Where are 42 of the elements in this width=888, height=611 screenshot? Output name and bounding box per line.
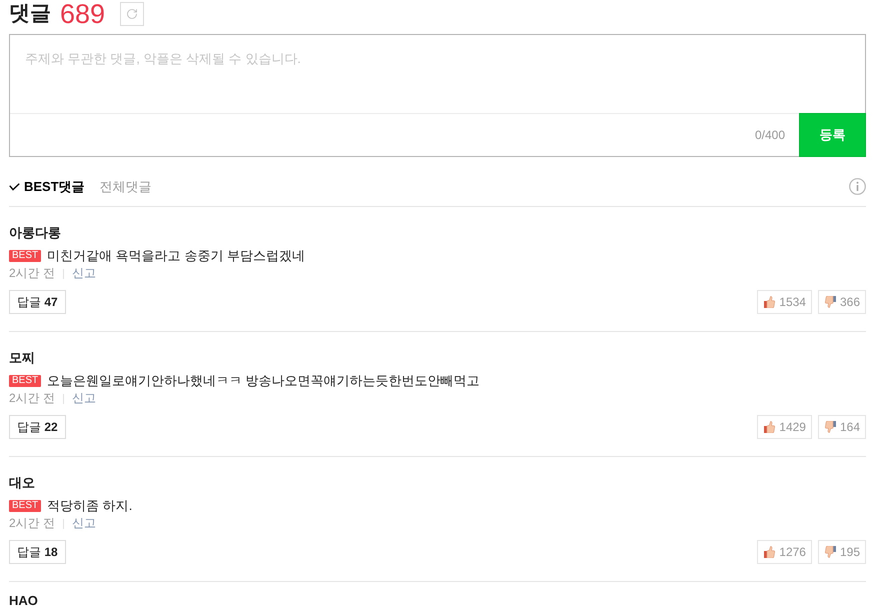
reply-button[interactable]: 답글 18 <box>9 540 66 564</box>
thumbs-down-icon <box>824 296 836 308</box>
sort-tab[interactable]: BEST댓글 <box>9 178 85 196</box>
dislike-button[interactable]: 164 <box>818 415 866 439</box>
info-icon[interactable] <box>849 178 866 195</box>
report-link[interactable]: 신고 <box>72 390 96 407</box>
comment-count: 689 <box>60 0 106 29</box>
comment-input-box[interactable]: 주제와 무관한 댓글, 악플은 삭제될 수 있습니다. 0/400 등록 <box>9 34 866 157</box>
thumbs-up-icon <box>764 546 776 558</box>
thumbs-down-icon <box>824 421 836 433</box>
refresh-icon <box>126 8 138 20</box>
comments-title: 댓글 <box>9 1 51 27</box>
dislike-button[interactable]: 366 <box>818 290 866 314</box>
best-badge: BEST <box>9 375 42 387</box>
report-link[interactable]: 신고 <box>72 265 96 282</box>
like-button[interactable]: 1534 <box>757 290 812 314</box>
comment-text: 오늘은웬일로얘기안하나했네ㅋㅋ 방송나오면꼭얘기하는듯한번도안빼먹고 <box>47 372 480 390</box>
sort-tab[interactable]: 전체댓글 <box>100 178 152 196</box>
thumbs-up-icon <box>764 421 776 433</box>
report-link[interactable]: 신고 <box>72 515 96 532</box>
submit-button[interactable]: 등록 <box>799 113 866 157</box>
thumbs-down-icon <box>824 546 836 558</box>
comment-author: 모찌 <box>9 349 35 367</box>
refresh-button[interactable] <box>120 2 144 26</box>
reply-button[interactable]: 답글 22 <box>9 415 66 439</box>
check-icon <box>9 182 20 190</box>
like-button[interactable]: 1276 <box>757 540 812 564</box>
comment-time: 2시간 전 <box>9 515 56 532</box>
comment-author: 아롱다롱 <box>9 224 61 242</box>
best-badge: BEST <box>9 500 42 512</box>
char-counter: 0/400 <box>754 128 785 142</box>
comment-author: HAO <box>9 592 38 610</box>
like-button[interactable]: 1429 <box>757 415 812 439</box>
comment-text: 미친거같애 욕먹을라고 송중기 부담스럽겠네 <box>47 247 305 265</box>
comment-time: 2시간 전 <box>9 390 56 407</box>
comment-author: 대오 <box>9 474 35 492</box>
comment-time: 2시간 전 <box>9 265 56 282</box>
thumbs-up-icon <box>764 296 776 308</box>
comment-text: 적당히좀 하지. <box>47 497 132 515</box>
reply-button[interactable]: 답글 47 <box>9 290 66 314</box>
best-badge: BEST <box>9 250 42 262</box>
dislike-button[interactable]: 195 <box>818 540 866 564</box>
